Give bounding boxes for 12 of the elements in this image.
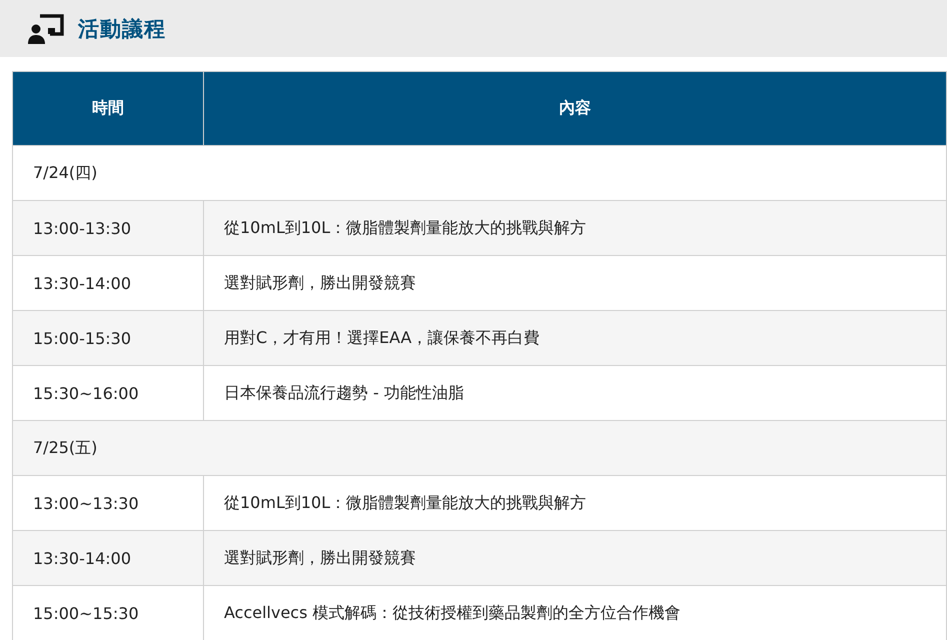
- presenter-icon: [28, 14, 66, 44]
- topic-cell: 用對C，才有用！選擇EAA，讓保養不再白費: [204, 310, 946, 366]
- topic-cell: 從10mL到10L：微脂體製劑量能放大的挑戰與解方: [204, 200, 946, 256]
- column-header: 時間: [12, 72, 204, 146]
- topic-cell: 選對賦形劑，勝出開發競賽: [204, 530, 946, 586]
- time-cell: 15:00~15:30: [12, 586, 204, 640]
- page-title: 活動議程: [78, 16, 166, 42]
- time-cell: 13:00-13:30: [12, 200, 204, 256]
- time-cell: 15:00-15:30: [12, 310, 204, 366]
- column-header: 內容: [204, 72, 946, 146]
- date-cell: 7/25(五): [12, 420, 946, 476]
- time-cell: 13:30-14:00: [12, 530, 204, 586]
